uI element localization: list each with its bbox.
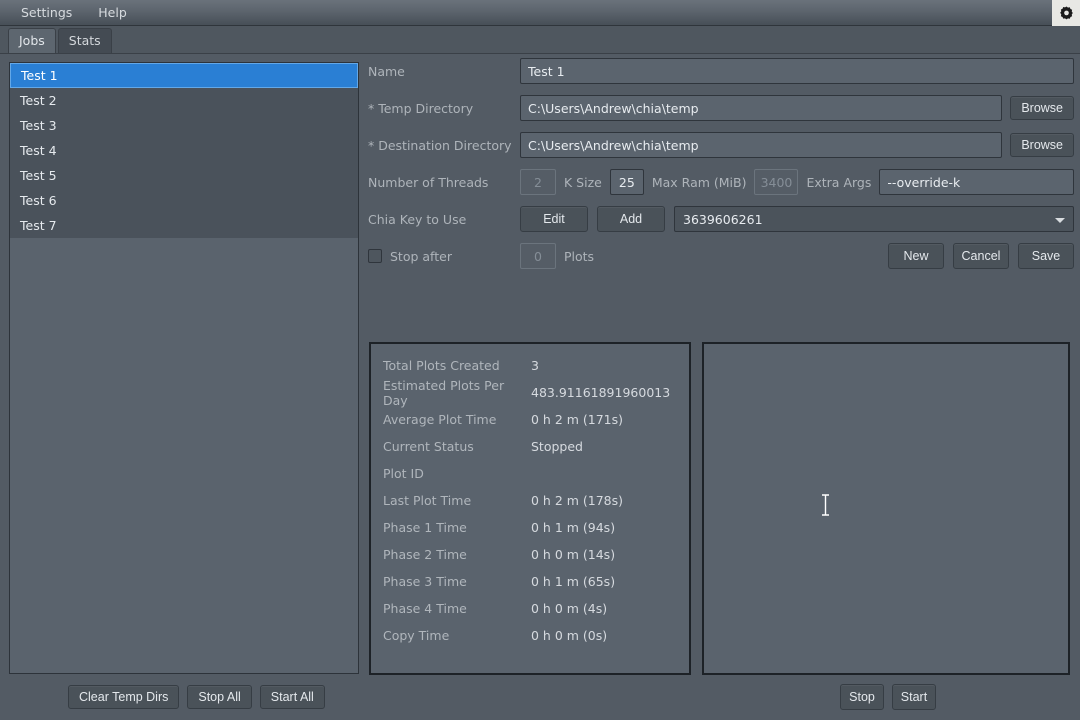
stat-row-estimated-plots-per-day: Estimated Plots Per Day 483.911618919600…	[371, 377, 689, 408]
k-size-input[interactable]	[609, 169, 644, 195]
stat-value: 0 h 2 m (171s)	[531, 412, 624, 427]
stat-key: Current Status	[383, 439, 474, 454]
destination-directory-browse-button[interactable]: Browse	[1010, 133, 1074, 157]
global-actions-left: Clear Temp Dirs Stop All Start All	[68, 685, 325, 709]
number-of-threads-label: Number of Threads	[368, 174, 489, 190]
temp-directory-browse-button[interactable]: Browse	[1010, 96, 1074, 120]
stat-row-plot-id: Plot ID	[371, 460, 689, 487]
job-list-items: Test 1 Test 2 Test 3 Test 4 Test 5 Test …	[10, 63, 358, 238]
job-list[interactable]: Test 1 Test 2 Test 3 Test 4 Test 5 Test …	[9, 62, 359, 674]
tab-jobs[interactable]: Jobs	[8, 28, 56, 53]
stat-row-current-status: Current Status Stopped	[371, 433, 689, 460]
stat-key: Phase 3 Time	[383, 574, 467, 589]
chia-key-select[interactable]: 3639606261	[674, 206, 1074, 232]
stat-key: Phase 1 Time	[383, 520, 467, 535]
form-row-stop-after: Stop after Plots New Cancel Save	[368, 243, 1074, 269]
stat-row-phase-1-time: Phase 1 Time 0 h 1 m (94s)	[371, 514, 689, 541]
max-ram-input[interactable]	[754, 169, 799, 195]
job-form: Name * Temp Directory Browse * Destinati…	[368, 58, 1074, 280]
job-list-item-test-5[interactable]: Test 5	[10, 163, 358, 188]
stat-value: 0 h 1 m (65s)	[531, 574, 616, 589]
new-button[interactable]: New	[888, 243, 944, 269]
settings-gear-button[interactable]	[1052, 0, 1080, 26]
job-actions-right: Stop Start	[840, 684, 936, 710]
form-action-buttons: New Cancel Save	[888, 243, 1074, 269]
chevron-down-icon	[1055, 218, 1065, 223]
temp-directory-input[interactable]	[520, 95, 1003, 121]
form-row-temp-dir: * Temp Directory Browse	[368, 95, 1074, 121]
job-list-item-test-7[interactable]: Test 7	[10, 213, 358, 238]
stat-row-copy-time: Copy Time 0 h 0 m (0s)	[371, 622, 689, 649]
clear-temp-dirs-button[interactable]: Clear Temp Dirs	[68, 685, 180, 709]
form-row-threads-ksize-ram-args: Number of Threads K Size Max Ram (MiB) E…	[368, 169, 1074, 195]
stop-after-group: Stop after	[368, 249, 520, 264]
number-of-threads-input[interactable]	[520, 169, 556, 195]
chia-key-edit-button[interactable]: Edit	[520, 206, 588, 232]
stat-key: Total Plots Created	[383, 358, 500, 373]
stat-row-average-plot-time: Average Plot Time 0 h 2 m (171s)	[371, 406, 689, 433]
chia-key-add-button[interactable]: Add	[597, 206, 665, 232]
menu-bar: Settings Help	[0, 0, 1080, 26]
stat-value: 0 h 0 m (14s)	[531, 547, 616, 562]
stat-row-phase-3-time: Phase 3 Time 0 h 1 m (65s)	[371, 568, 689, 595]
stat-key: Phase 2 Time	[383, 547, 467, 562]
chia-key-label: Chia Key to Use	[368, 211, 467, 227]
gear-icon	[1058, 5, 1075, 22]
stop-after-checkbox[interactable]	[368, 249, 382, 263]
save-button[interactable]: Save	[1018, 243, 1074, 269]
menu-item-settings[interactable]: Settings	[10, 2, 83, 23]
job-list-item-test-2[interactable]: Test 2	[10, 88, 358, 113]
k-size-label: K Size	[564, 174, 602, 190]
log-output-panel[interactable]	[702, 342, 1070, 675]
stat-value: 483.91161891960013	[531, 385, 671, 400]
extra-args-label: Extra Args	[806, 174, 872, 190]
stop-after-label: Stop after	[390, 248, 452, 264]
stat-key: Estimated Plots Per Day	[383, 377, 505, 408]
cancel-button[interactable]: Cancel	[953, 243, 1009, 269]
plots-unit-label: Plots	[564, 248, 595, 264]
stat-value: Stopped	[531, 439, 583, 454]
stat-value: 3	[531, 358, 539, 373]
start-all-button[interactable]: Start All	[259, 685, 325, 709]
stat-value: 0 h 0 m (0s)	[531, 628, 608, 643]
job-list-item-test-6[interactable]: Test 6	[10, 188, 358, 213]
destination-directory-label: * Destination Directory	[368, 137, 512, 153]
stop-button[interactable]: Stop	[840, 684, 884, 710]
menu-item-help[interactable]: Help	[87, 2, 138, 23]
max-ram-label: Max Ram (MiB)	[651, 174, 747, 190]
name-label: Name	[368, 63, 405, 79]
stat-row-total-plots-created: Total Plots Created 3	[371, 352, 689, 379]
tab-stats[interactable]: Stats	[57, 28, 112, 53]
job-list-item-test-3[interactable]: Test 3	[10, 113, 358, 138]
stat-row-last-plot-time: Last Plot Time 0 h 2 m (178s)	[371, 487, 689, 514]
stop-after-plots-input[interactable]	[520, 243, 556, 269]
stat-key: Phase 4 Time	[383, 601, 467, 616]
form-row-dest-dir: * Destination Directory Browse	[368, 132, 1074, 158]
stat-key: Plot ID	[383, 466, 424, 481]
tab-bar: Jobs Stats	[0, 26, 1080, 54]
destination-directory-input[interactable]	[520, 132, 1003, 158]
job-list-item-test-4[interactable]: Test 4	[10, 138, 358, 163]
stat-key: Average Plot Time	[383, 412, 497, 427]
form-row-chia-key: Chia Key to Use Edit Add 3639606261	[368, 206, 1074, 232]
job-list-item-test-1[interactable]: Test 1	[10, 63, 358, 88]
stat-value: 0 h 1 m (94s)	[531, 520, 616, 535]
stat-key: Last Plot Time	[383, 493, 472, 508]
temp-directory-label: * Temp Directory	[368, 100, 474, 116]
chia-key-selected-value: 3639606261	[683, 212, 763, 227]
form-row-name: Name	[368, 58, 1074, 84]
start-button[interactable]: Start	[892, 684, 936, 710]
stat-key: Copy Time	[383, 628, 450, 643]
stats-panel: Total Plots Created 3 Estimated Plots Pe…	[369, 342, 691, 675]
stop-all-button[interactable]: Stop All	[187, 685, 252, 709]
stat-value: 0 h 0 m (4s)	[531, 601, 608, 616]
extra-args-input[interactable]	[879, 169, 1074, 195]
stat-value: 0 h 2 m (178s)	[531, 493, 624, 508]
stat-row-phase-4-time: Phase 4 Time 0 h 0 m (4s)	[371, 595, 689, 622]
name-input[interactable]	[520, 58, 1074, 84]
stat-row-phase-2-time: Phase 2 Time 0 h 0 m (14s)	[371, 541, 689, 568]
